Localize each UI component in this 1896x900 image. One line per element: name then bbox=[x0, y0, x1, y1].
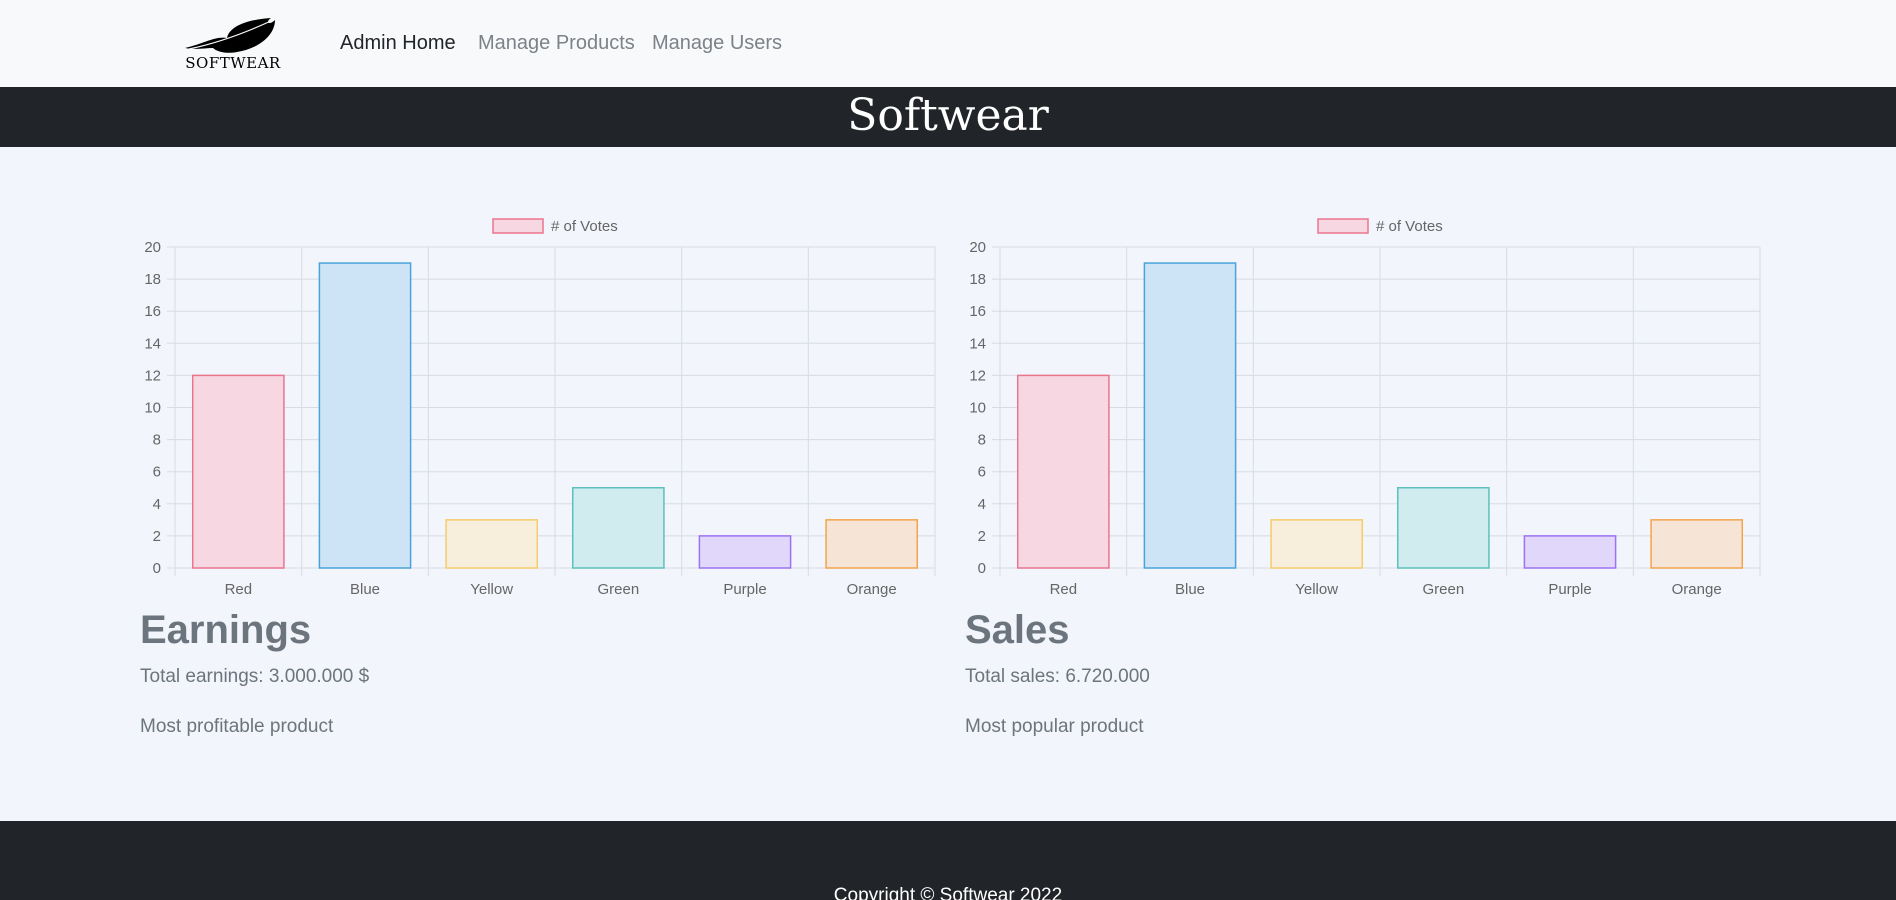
bar-blue bbox=[1143, 262, 1237, 569]
y-tick-label: 0 bbox=[153, 560, 161, 577]
y-tick-label: 18 bbox=[969, 271, 986, 288]
bar-green bbox=[571, 487, 665, 569]
bar-yellow bbox=[1270, 519, 1364, 569]
legend-label: # of Votes bbox=[551, 218, 618, 235]
sales-bar-chart: # of Votes 0 2 4 6 8 10 12 14 16 18 20 Red Blue Yellow… bbox=[969, 218, 1761, 598]
bar-orange bbox=[1650, 519, 1744, 569]
earnings-subtitle: Most profitable product bbox=[140, 716, 334, 737]
y-tick-label: 4 bbox=[153, 496, 161, 513]
y-tick-label: 8 bbox=[978, 432, 986, 449]
x-tick-label: Orange bbox=[1672, 581, 1722, 598]
nav-link-manage-users[interactable]: Manage Users bbox=[652, 32, 782, 55]
y-tick-label: 8 bbox=[153, 432, 161, 449]
legend-swatch bbox=[1317, 218, 1369, 234]
y-tick-label: 14 bbox=[144, 335, 161, 352]
y-tick-label: 18 bbox=[144, 271, 161, 288]
x-tick-label: Blue bbox=[350, 581, 380, 598]
banner-title: Softwear bbox=[847, 90, 1049, 141]
y-tick-label: 20 bbox=[144, 239, 161, 256]
footer: Copyright © Softwear 2022 bbox=[0, 821, 1896, 900]
x-tick-label: Red bbox=[225, 581, 253, 598]
legend-swatch bbox=[492, 218, 544, 234]
y-tick-label: 0 bbox=[978, 560, 986, 577]
x-tick-label: Blue bbox=[1175, 581, 1205, 598]
nav-link-manage-products[interactable]: Manage Products bbox=[478, 32, 635, 55]
navbar: SOFTWEAR Admin Home Manage Products Mana… bbox=[0, 0, 1896, 87]
page-banner: Softwear bbox=[0, 87, 1896, 147]
y-tick-label: 10 bbox=[969, 400, 986, 417]
y-tick-label: 6 bbox=[153, 464, 161, 481]
y-tick-label: 2 bbox=[978, 528, 986, 545]
x-tick-label: Red bbox=[1050, 581, 1078, 598]
bar-red bbox=[1016, 374, 1110, 569]
bar-red bbox=[191, 374, 285, 569]
x-tick-label: Green bbox=[1422, 581, 1464, 598]
sales-total: Total sales: 6.720.000 bbox=[965, 666, 1150, 687]
y-tick-label: 6 bbox=[978, 464, 986, 481]
x-tick-label: Yellow bbox=[470, 581, 513, 598]
x-tick-label: Orange bbox=[847, 581, 897, 598]
x-tick-label: Green bbox=[597, 581, 639, 598]
y-tick-label: 4 bbox=[978, 496, 986, 513]
bar-green bbox=[1396, 487, 1490, 569]
y-tick-label: 10 bbox=[144, 400, 161, 417]
bar-blue bbox=[318, 262, 412, 569]
nav-link-admin-home[interactable]: Admin Home bbox=[340, 32, 456, 55]
bar-orange bbox=[825, 519, 919, 569]
y-tick-label: 20 bbox=[969, 239, 986, 256]
footer-copyright: Copyright © Softwear 2022 bbox=[833, 885, 1063, 900]
earnings-bar-chart: # of Votes 0 2 4 6 8 10 12 14 16 18 20 Red Blue Yellow… bbox=[144, 218, 936, 598]
bar-purple bbox=[698, 535, 792, 569]
earnings-title: Earnings bbox=[140, 608, 312, 652]
y-tick-label: 16 bbox=[969, 303, 986, 320]
sales-title: Sales bbox=[965, 608, 1070, 652]
bar-purple bbox=[1523, 535, 1617, 569]
y-tick-label: 16 bbox=[144, 303, 161, 320]
y-tick-label: 2 bbox=[153, 528, 161, 545]
brand-logo[interactable]: SOFTWEAR bbox=[183, 14, 283, 74]
sales-subtitle: Most popular product bbox=[965, 716, 1144, 737]
y-tick-label: 14 bbox=[969, 335, 986, 352]
x-tick-label: Purple bbox=[1548, 581, 1591, 598]
logo-text: SOFTWEAR bbox=[185, 54, 281, 72]
y-tick-label: 12 bbox=[969, 367, 986, 384]
legend-label: # of Votes bbox=[1376, 218, 1443, 235]
bar-yellow bbox=[445, 519, 539, 569]
x-tick-label: Purple bbox=[723, 581, 766, 598]
feather-logo-icon bbox=[185, 18, 275, 53]
x-tick-label: Yellow bbox=[1295, 581, 1338, 598]
y-tick-label: 12 bbox=[144, 367, 161, 384]
earnings-total: Total earnings: 3.000.000 $ bbox=[140, 666, 370, 687]
